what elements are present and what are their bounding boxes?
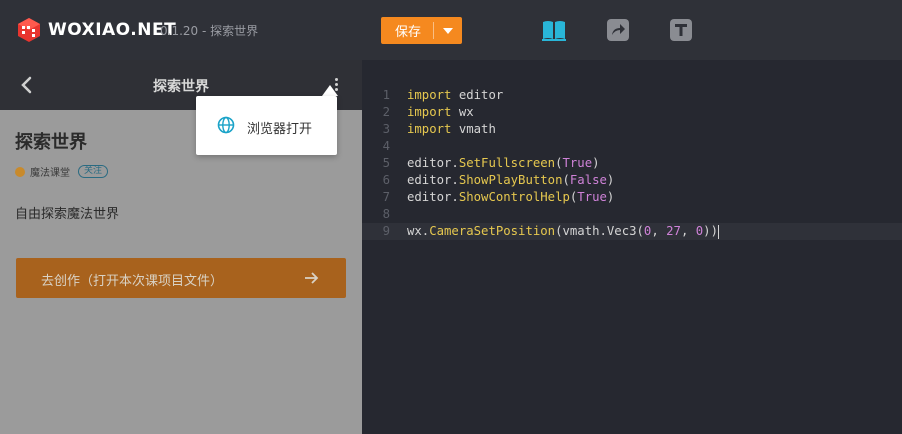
author-avatar [15,166,25,177]
chevron-down-icon[interactable] [443,28,453,34]
line-number: 6 [382,173,390,187]
code-token: (vmath.Vec3( [555,224,644,238]
logo: WOXIAO.NET [16,17,176,43]
save-button[interactable]: 保存 [381,17,462,44]
code-line[interactable]: 9 wx.CameraSetPosition(vmath.Vec3(0, 27, … [362,223,902,240]
globe-icon [217,116,235,134]
code-text: wx.CameraSetPosition(vmath.Vec3(0, 27, 0… [407,223,719,240]
code-line[interactable]: 3 import vmath [362,121,902,138]
code-token: editor. [407,173,459,187]
code-line[interactable]: 5 editor.SetFullscreen(True) [362,155,902,172]
open-in-browser-menu-item[interactable]: 浏览器打开 [196,96,337,155]
code-token: ) [606,190,615,204]
create-button[interactable]: 去创作（打开本次课项目文件） [16,258,346,298]
code-token: editor. [407,190,459,204]
code-token: editor [451,88,504,102]
author-name[interactable]: 魔法课堂 [30,164,70,179]
panel-title: 探索世界 [153,79,209,95]
code-token: wx [451,105,474,119]
code-editor[interactable]: 1 import editor 2 import wx 3 import vmath 4 5 e… [362,60,902,434]
code-token: ) [606,173,615,187]
arrow-right-icon [305,272,319,284]
code-token: wx. [407,224,430,238]
author-row: 魔法课堂 关注 [15,164,109,179]
logo-text: WOXIAO.NET [48,20,177,40]
code-text: editor.ShowPlayButton(False) [407,172,614,189]
code-token: False [569,173,607,187]
code-line[interactable]: 2 import wx [362,104,902,121]
share-icon[interactable] [606,18,632,42]
code-text: editor.ShowControlHelp(True) [407,189,614,206]
code-token: ( [562,173,570,187]
line-number: 9 [382,224,390,238]
code-token: ShowPlayButton [458,173,563,187]
save-divider [433,22,434,39]
code-token: ShowControlHelp [458,190,570,204]
version-label: 0.1.20 - 探索世界 [160,24,259,38]
code-token: import [407,105,452,119]
code-token: vmath [451,122,496,136]
code-token: , [651,224,667,238]
line-number: 5 [382,156,390,170]
line-number: 4 [382,139,390,153]
code-token: )) [703,224,718,238]
code-token: , [680,224,696,238]
menu-item-label: 浏览器打开 [247,122,313,137]
save-button-label: 保存 [395,25,422,40]
create-button-label: 去创作（打开本次课项目文件） [41,274,224,289]
code-line[interactable]: 4 [362,138,902,155]
project-title: 探索世界 [15,132,87,153]
text-cursor [717,224,719,239]
code-token: import [407,122,452,136]
code-line[interactable]: 1 import editor [362,87,902,104]
code-token: editor. [407,156,459,170]
code-token: 27 [666,224,681,238]
code-line[interactable]: 7 editor.ShowControlHelp(True) [362,189,902,206]
project-description: 自由探索魔法世界 [15,207,120,222]
code-line[interactable]: 8 [362,206,902,223]
code-token: SetFullscreen [458,156,556,170]
code-token: ) [592,156,600,170]
code-token: True [577,190,607,204]
code-token: CameraSetPosition [429,224,556,238]
book-icon[interactable] [541,18,567,42]
line-number: 1 [382,88,390,102]
code-token: import [407,88,452,102]
line-number: 7 [382,190,390,204]
line-number: 2 [382,105,390,119]
text-icon[interactable] [669,18,695,42]
line-number: 3 [382,122,390,136]
line-number: 8 [382,207,390,221]
code-text: import editor [407,87,503,104]
code-text: editor.SetFullscreen(True) [407,155,600,172]
code-text: import wx [407,104,474,121]
follow-button[interactable]: 关注 [78,165,109,178]
code-text: import vmath [407,121,496,138]
top-bar: WOXIAO.NET 0.1.20 - 探索世界 保存 [0,0,902,60]
code-token: True [562,156,593,170]
popup-notch [322,85,338,96]
cube-logo-icon [18,18,40,42]
code-line[interactable]: 6 editor.ShowPlayButton(False) [362,172,902,189]
